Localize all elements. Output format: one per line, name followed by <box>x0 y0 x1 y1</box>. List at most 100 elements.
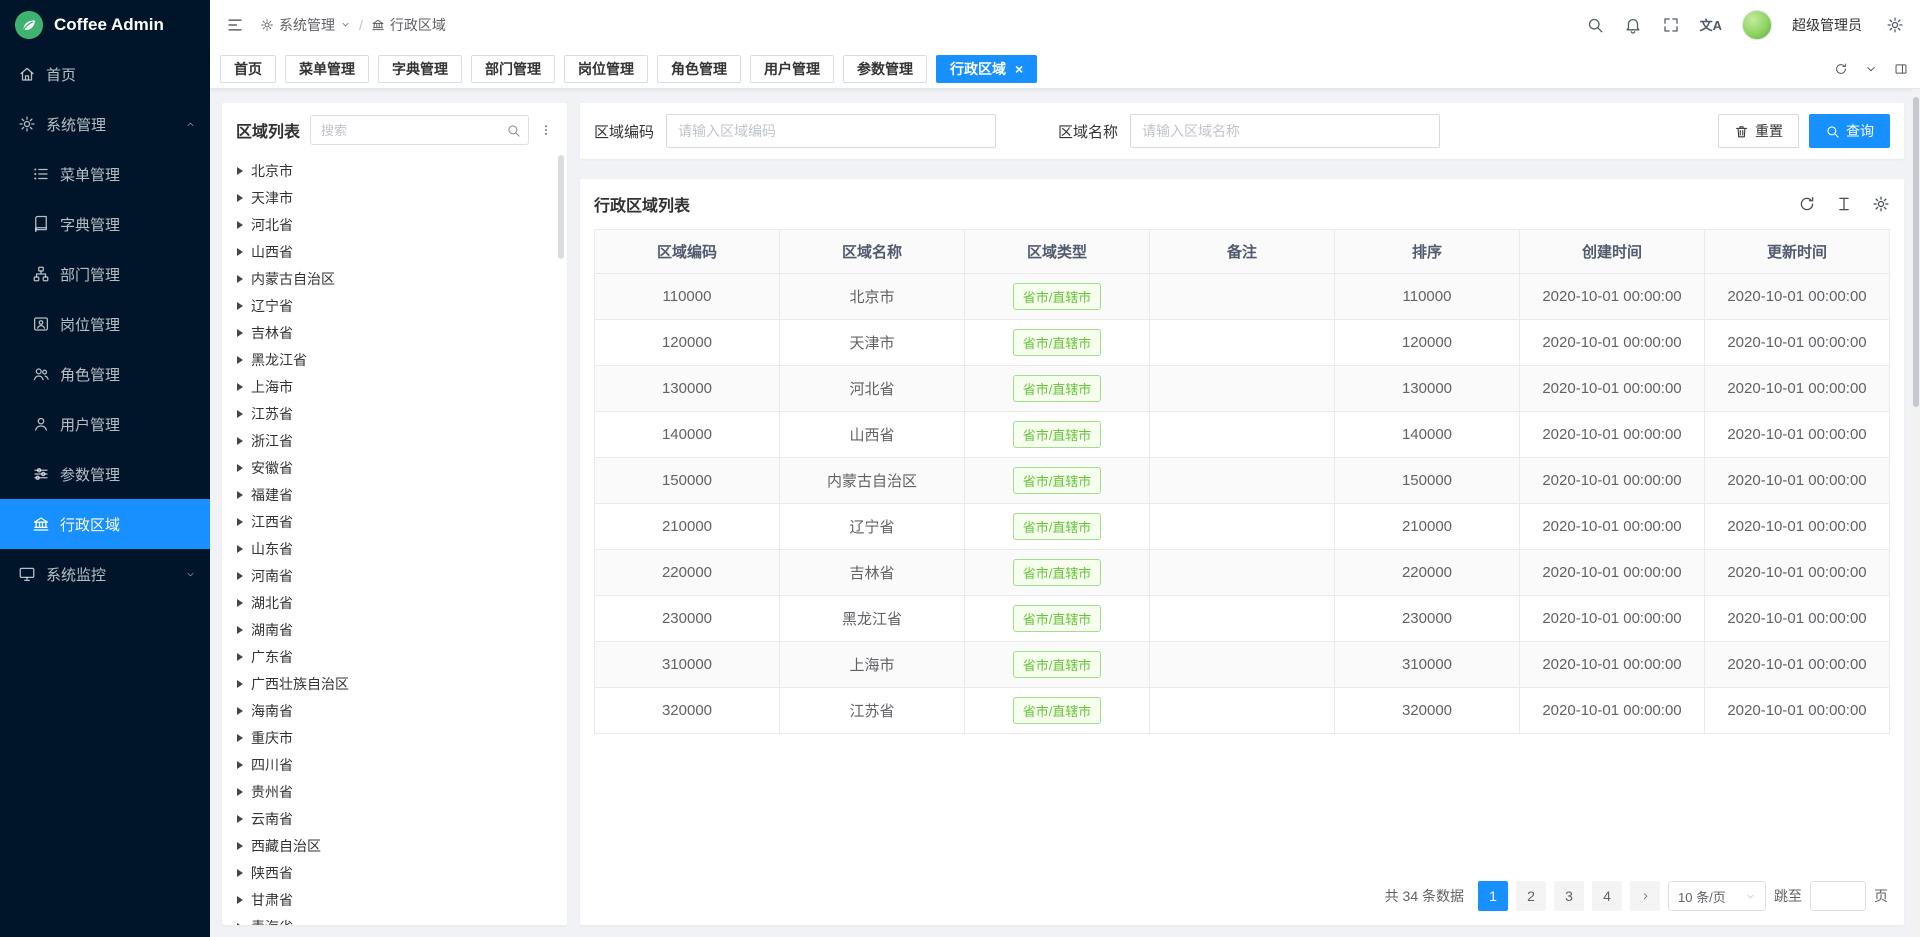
more-dots-icon[interactable] <box>539 123 553 137</box>
caret-right-icon[interactable] <box>237 815 243 823</box>
row-height-icon[interactable] <box>1835 195 1853 213</box>
menu-item-system[interactable]: 系统管理 <box>0 99 210 149</box>
caret-right-icon[interactable] <box>237 518 243 526</box>
table-row[interactable]: 320000 江苏省 省市/直辖市 320000 2020-10-01 00:0… <box>595 688 1890 734</box>
tab-region[interactable]: 行政区域 × <box>936 55 1037 83</box>
menu-item-region[interactable]: 行政区域 <box>0 499 210 549</box>
tab-dict-mgmt[interactable]: 字典管理 <box>378 55 462 83</box>
caret-right-icon[interactable] <box>237 545 243 553</box>
table-row[interactable]: 140000 山西省 省市/直辖市 140000 2020-10-01 00:0… <box>595 412 1890 458</box>
tree-item[interactable]: 江西省 <box>222 508 567 535</box>
column-settings-gear-icon[interactable] <box>1872 195 1890 213</box>
reset-button[interactable]: 重置 <box>1718 114 1799 148</box>
tab-menu-mgmt[interactable]: 菜单管理 <box>285 55 369 83</box>
tree-scrollbar[interactable] <box>558 155 564 259</box>
tab-role-mgmt[interactable]: 角色管理 <box>657 55 741 83</box>
caret-right-icon[interactable] <box>237 437 243 445</box>
close-icon[interactable]: × <box>1015 62 1023 76</box>
tree-item[interactable]: 河南省 <box>222 562 567 589</box>
tree-item[interactable]: 广西壮族自治区 <box>222 670 567 697</box>
caret-right-icon[interactable] <box>237 221 243 229</box>
tree-item[interactable]: 北京市 <box>222 157 567 184</box>
menu-item-role-mgmt[interactable]: 角色管理 <box>0 349 210 399</box>
search-icon[interactable] <box>506 123 521 138</box>
refresh-icon[interactable] <box>1834 62 1848 76</box>
page-button-1[interactable]: 1 <box>1478 881 1508 911</box>
tree-item[interactable]: 湖北省 <box>222 589 567 616</box>
tab-post-mgmt[interactable]: 岗位管理 <box>564 55 648 83</box>
tree-item[interactable]: 云南省 <box>222 805 567 832</box>
breadcrumb-item-system[interactable]: 系统管理 <box>260 15 351 35</box>
caret-right-icon[interactable] <box>237 248 243 256</box>
tree-item[interactable]: 浙江省 <box>222 427 567 454</box>
caret-right-icon[interactable] <box>237 167 243 175</box>
caret-right-icon[interactable] <box>237 491 243 499</box>
tree-item[interactable]: 辽宁省 <box>222 292 567 319</box>
page-button-2[interactable]: 2 <box>1516 881 1546 911</box>
menu-item-dept-mgmt[interactable]: 部门管理 <box>0 249 210 299</box>
page-button-4[interactable]: 4 <box>1592 881 1622 911</box>
table-row[interactable]: 130000 河北省 省市/直辖市 130000 2020-10-01 00:0… <box>595 366 1890 412</box>
table-row[interactable]: 220000 吉林省 省市/直辖市 220000 2020-10-01 00:0… <box>595 550 1890 596</box>
table-row[interactable]: 120000 天津市 省市/直辖市 120000 2020-10-01 00:0… <box>595 320 1890 366</box>
table-row[interactable]: 230000 黑龙江省 省市/直辖市 230000 2020-10-01 00:… <box>595 596 1890 642</box>
tree-item[interactable]: 西藏自治区 <box>222 832 567 859</box>
tree-item[interactable]: 陕西省 <box>222 859 567 886</box>
caret-right-icon[interactable] <box>237 599 243 607</box>
caret-right-icon[interactable] <box>237 896 243 904</box>
translate-icon[interactable]: 文A <box>1700 15 1722 34</box>
caret-right-icon[interactable] <box>237 842 243 850</box>
layout-toggle-icon[interactable] <box>1894 62 1908 76</box>
tree-item[interactable]: 黑龙江省 <box>222 346 567 373</box>
tab-home[interactable]: 首页 <box>220 55 276 83</box>
tree-item[interactable]: 甘肃省 <box>222 886 567 913</box>
fullscreen-icon[interactable] <box>1662 16 1680 34</box>
table-row[interactable]: 310000 上海市 省市/直辖市 310000 2020-10-01 00:0… <box>595 642 1890 688</box>
menu-item-post-mgmt[interactable]: 岗位管理 <box>0 299 210 349</box>
tree-item[interactable]: 吉林省 <box>222 319 567 346</box>
tab-dept-mgmt[interactable]: 部门管理 <box>471 55 555 83</box>
caret-right-icon[interactable] <box>237 707 243 715</box>
caret-right-icon[interactable] <box>237 734 243 742</box>
caret-right-icon[interactable] <box>237 653 243 661</box>
tree-item[interactable]: 四川省 <box>222 751 567 778</box>
menu-item-dict-mgmt[interactable]: 字典管理 <box>0 199 210 249</box>
tree-item[interactable]: 上海市 <box>222 373 567 400</box>
search-icon[interactable] <box>1586 16 1604 34</box>
tree-item[interactable]: 湖南省 <box>222 616 567 643</box>
caret-right-icon[interactable] <box>237 194 243 202</box>
query-button[interactable]: 查询 <box>1809 114 1890 148</box>
tree-item[interactable]: 天津市 <box>222 184 567 211</box>
tree-item[interactable]: 安徽省 <box>222 454 567 481</box>
refresh-icon[interactable] <box>1798 195 1816 213</box>
caret-right-icon[interactable] <box>237 869 243 877</box>
menu-fold-icon[interactable] <box>226 16 244 34</box>
tree-item[interactable]: 重庆市 <box>222 724 567 751</box>
avatar[interactable] <box>1742 10 1772 40</box>
tree-item[interactable]: 海南省 <box>222 697 567 724</box>
settings-gear-icon[interactable] <box>1886 16 1904 34</box>
caret-right-icon[interactable] <box>237 410 243 418</box>
caret-right-icon[interactable] <box>237 275 243 283</box>
table-row[interactable]: 150000 内蒙古自治区 省市/直辖市 150000 2020-10-01 0… <box>595 458 1890 504</box>
page-scrollbar[interactable] <box>1912 89 1920 937</box>
caret-right-icon[interactable] <box>237 626 243 634</box>
caret-right-icon[interactable] <box>237 923 243 926</box>
tree-item[interactable]: 贵州省 <box>222 778 567 805</box>
caret-right-icon[interactable] <box>237 383 243 391</box>
jump-page-input[interactable] <box>1810 881 1866 911</box>
tab-user-mgmt[interactable]: 用户管理 <box>750 55 834 83</box>
caret-right-icon[interactable] <box>237 329 243 337</box>
menu-item-user-mgmt[interactable]: 用户管理 <box>0 399 210 449</box>
menu-item-monitor[interactable]: 系统监控 <box>0 549 210 599</box>
tree-item[interactable]: 山西省 <box>222 238 567 265</box>
region-name-input[interactable] <box>1130 114 1440 148</box>
tree-item[interactable]: 广东省 <box>222 643 567 670</box>
menu-item-home[interactable]: 首页 <box>0 49 210 99</box>
next-page-button[interactable] <box>1630 881 1660 911</box>
table-row[interactable]: 210000 辽宁省 省市/直辖市 210000 2020-10-01 00:0… <box>595 504 1890 550</box>
tree-item[interactable]: 青海省 <box>222 913 567 925</box>
menu-item-param-mgmt[interactable]: 参数管理 <box>0 449 210 499</box>
region-code-input[interactable] <box>666 114 996 148</box>
chevron-down-icon[interactable] <box>1864 62 1878 76</box>
